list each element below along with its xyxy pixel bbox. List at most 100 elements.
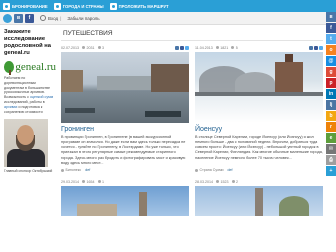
- card-comments: 5: [235, 45, 238, 50]
- card-footer: Страна Суоми def: [195, 168, 323, 172]
- separator: |: [60, 15, 62, 21]
- calendar-icon: [3, 2, 10, 10]
- linkedin-share-icon[interactable]: in: [326, 89, 336, 99]
- social-share-strip: в f t o @ g p in lj b r e ✉ ⎙ +: [326, 12, 336, 252]
- odnoklassniki-share-icon[interactable]: o: [326, 45, 336, 55]
- nav-item-label: Города и страны: [62, 3, 104, 9]
- author-icon: [61, 168, 64, 172]
- comment-icon: [97, 180, 101, 183]
- card-footer: Бинопекс def: [61, 168, 189, 172]
- livejournal-share-icon[interactable]: lj: [326, 100, 336, 110]
- sidebar-ad[interactable]: Закажите исследование родословной на gen…: [4, 29, 56, 252]
- user-icon: [40, 15, 46, 21]
- rss-share-icon[interactable]: r: [326, 122, 336, 132]
- comment-icon: [231, 46, 235, 49]
- ad-text-link[interactable]: оценкой сумм: [30, 95, 53, 99]
- vk-mini-icon[interactable]: [175, 45, 179, 50]
- article-card: 11.04.2013 1821 5 Йоенсуу В столице Севе…: [195, 44, 323, 172]
- ad-title: Закажите исследование родословной на gen…: [4, 29, 52, 56]
- globe-icon: [53, 2, 61, 10]
- card-views: 1654: [86, 179, 95, 184]
- main-content: Путешествия 02.07.2013 2031 3 Гронинген: [61, 27, 323, 216]
- card-tag[interactable]: def: [228, 168, 233, 172]
- login-label: Вход: [48, 15, 59, 21]
- card-comments: 3: [102, 45, 104, 50]
- card-author[interactable]: Страна Суоми: [200, 168, 224, 172]
- card-views: 1821: [220, 45, 229, 50]
- route-icon: [109, 2, 117, 10]
- nav-item-cities[interactable]: Города и страны: [51, 0, 107, 12]
- article-photo[interactable]: [61, 52, 189, 123]
- vk-share-icon[interactable]: в: [326, 12, 336, 22]
- ad-text-part: исследований, работы в: [4, 100, 45, 105]
- card-views: 2031: [86, 45, 95, 50]
- eye-icon: [215, 46, 219, 49]
- blogger-share-icon[interactable]: b: [326, 111, 336, 121]
- pinterest-share-icon[interactable]: p: [326, 78, 336, 88]
- facebook-icon[interactable]: f: [25, 13, 34, 23]
- vk-mini-icon[interactable]: [309, 45, 313, 50]
- ad-brand: geneal.ru: [15, 60, 56, 73]
- eye-icon: [82, 46, 85, 49]
- ad-text-link[interactable]: архивах: [4, 105, 17, 109]
- article-card: 02.07.2013 2031 3 Гронинген В провинции …: [61, 44, 189, 172]
- login-link[interactable]: Вход: [40, 15, 58, 21]
- facebook-share-icon[interactable]: f: [326, 23, 336, 33]
- card-comments: 1: [102, 179, 104, 184]
- nav-item-label: Бронирование: [12, 3, 48, 9]
- card-author[interactable]: Бинопекс: [66, 168, 82, 172]
- card-meta: 02.07.2013 2031 3: [61, 44, 189, 51]
- nav-item-booking[interactable]: Бронирование: [0, 0, 51, 12]
- email-share-icon[interactable]: ✉: [326, 144, 336, 154]
- nav-item-label: Проложить маршрут: [118, 3, 169, 9]
- article-title-link[interactable]: Гронинген: [61, 126, 189, 133]
- card-views: 1523: [220, 179, 229, 184]
- card-meta: 11.04.2013 1821 5: [195, 44, 323, 51]
- article-excerpt: В столице Северной Карелии, городе Йоенс…: [195, 135, 323, 160]
- twitter-mini-icon[interactable]: [185, 45, 189, 50]
- more-share-icon[interactable]: +: [326, 166, 336, 176]
- google-plus-share-icon[interactable]: g: [326, 67, 336, 77]
- author-icon: [195, 168, 198, 172]
- evernote-share-icon[interactable]: e: [326, 133, 336, 143]
- article-excerpt: В провинции Гронинген, в Гронингене (в в…: [61, 135, 186, 165]
- card-meta: 29.03.2014 1654 1: [61, 178, 189, 185]
- facebook-mini-icon[interactable]: [180, 45, 184, 50]
- ad-text: Работаем по дореволюционным документам в…: [4, 76, 56, 115]
- print-share-icon[interactable]: ⎙: [326, 155, 336, 165]
- article-cards-row-2: 29.03.2014 1654 1 28.03.2014 1523 2: [61, 178, 323, 216]
- ad-portrait-image: [4, 118, 48, 167]
- ad-logo: geneal.ru: [4, 60, 56, 75]
- card-date: 02.07.2013: [61, 45, 79, 50]
- card-tag[interactable]: def: [85, 168, 90, 172]
- card-share: [174, 45, 189, 50]
- article-cards: 02.07.2013 2031 3 Гронинген В провинции …: [61, 44, 323, 172]
- eye-icon: [82, 180, 85, 183]
- twitter-mini-icon[interactable]: [319, 45, 323, 50]
- eye-icon: [216, 180, 219, 183]
- ad-caption: Главный спонсор Октябрьский: [4, 168, 53, 173]
- comment-icon: [97, 46, 101, 49]
- card-meta: 28.03.2014 1523 2: [195, 178, 323, 185]
- site-globe-icon[interactable]: [3, 13, 12, 23]
- forgot-password-label: Забыли пароль: [67, 15, 100, 21]
- facebook-mini-icon[interactable]: [314, 45, 318, 50]
- article-title-link[interactable]: Йоенсуу: [195, 126, 323, 133]
- tree-logo-icon: [4, 60, 15, 75]
- article-card: 29.03.2014 1654 1: [61, 178, 189, 216]
- comment-icon: [231, 180, 235, 183]
- article-photo[interactable]: [195, 186, 323, 216]
- card-date: 29.03.2014: [61, 179, 79, 184]
- twitter-share-icon[interactable]: t: [326, 34, 336, 44]
- section-title: Путешествия: [61, 27, 323, 41]
- article-photo[interactable]: [195, 52, 323, 123]
- article-card: 28.03.2014 1523 2: [195, 178, 323, 216]
- vk-icon[interactable]: в: [14, 13, 23, 23]
- mailru-share-icon[interactable]: @: [326, 56, 336, 66]
- sub-bar: в f Вход | Забыли пароль: [0, 12, 336, 25]
- ad-text-part: Работаем по дореволюционным документам в…: [4, 75, 51, 90]
- forgot-password-link[interactable]: Забыли пароль: [67, 16, 99, 21]
- article-photo[interactable]: [61, 186, 189, 216]
- card-share: [308, 45, 323, 50]
- nav-item-route[interactable]: Проложить маршрут: [107, 0, 172, 12]
